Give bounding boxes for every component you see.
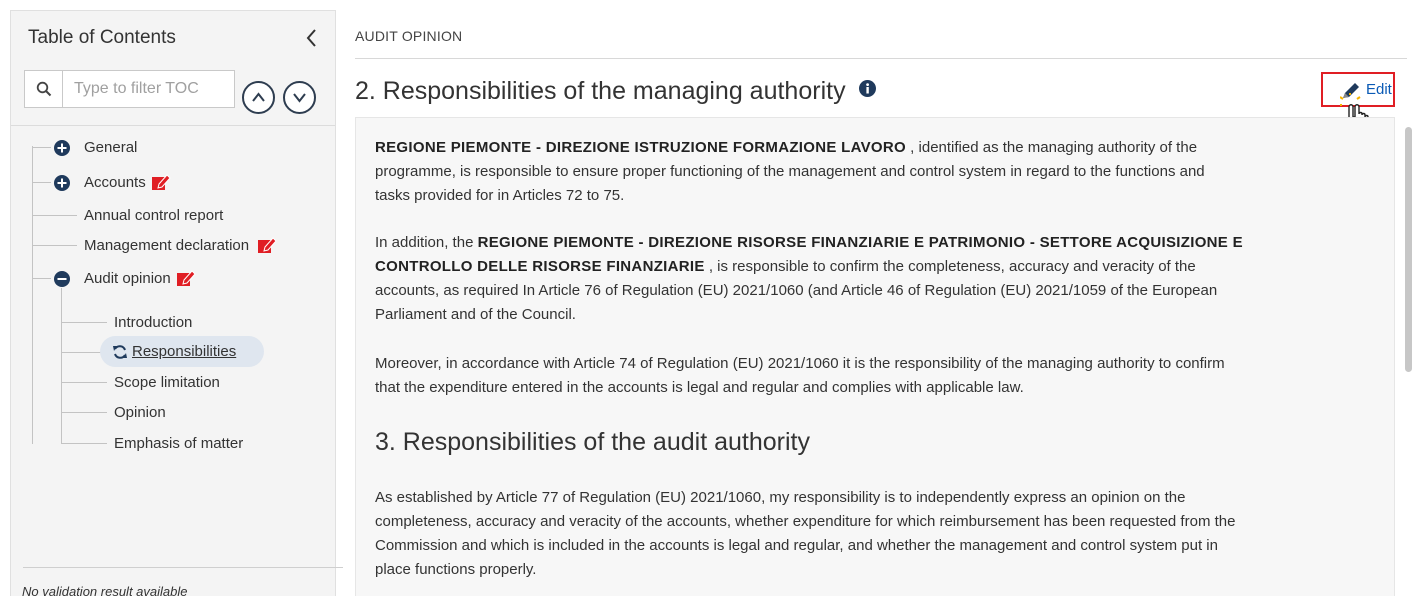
paragraph-accounting-function: In addition, the REGIONE PIEMONTE - DIRE… — [375, 231, 1385, 327]
next-match-button[interactable] — [283, 81, 316, 114]
toc-item-emphasis-of-matter[interactable]: Emphasis of matter — [114, 432, 284, 456]
content-scrollbar[interactable] — [1405, 127, 1412, 372]
paragraph-text: Commission and which is included in the … — [375, 537, 1218, 554]
accounting-body-name-cont: CONTROLLO DELLE RISORSE FINANZIARIE — [375, 258, 705, 275]
toc-item-opinion[interactable]: Opinion — [114, 401, 214, 425]
validation-status: No validation result available — [22, 584, 188, 599]
toc-item-management-declaration[interactable]: Management declaration — [84, 234, 314, 258]
paragraph-text: Parliament and of the Council. — [375, 306, 576, 323]
section-heading-text: 2. Responsibilities of the managing auth… — [355, 77, 846, 105]
pencil-edit-icon — [152, 173, 171, 191]
toc-item-scope-limitation[interactable]: Scope limitation — [114, 371, 264, 395]
toc-title: Table of Contents — [28, 27, 176, 48]
toc-item-label: Accounts — [84, 174, 146, 191]
toc-sidebar: Table of Contents Type to filter TOC Gen… — [10, 10, 343, 599]
chevron-left-icon[interactable] — [303, 27, 321, 49]
toc-item-audit-opinion[interactable]: Audit opinion — [54, 267, 234, 291]
paragraph-article-74: Moreover, in accordance with Article 74 … — [375, 352, 1385, 400]
plus-circle-icon[interactable] — [54, 175, 70, 191]
paragraph-managing-authority: REGIONE PIEMONTE - DIREZIONE ISTRUZIONE … — [375, 136, 1385, 208]
toc-item-label: Introduction — [114, 314, 193, 331]
toc-tree: General Accounts Annual control report M… — [11, 126, 335, 566]
toc-filter — [24, 70, 235, 108]
paragraph-text: tasks provided for in Articles 72 to 75. — [375, 187, 625, 204]
toc-item-label: Audit opinion — [84, 270, 171, 287]
toc-item-label: Management declaration — [84, 237, 250, 254]
paragraph-text: As established by Article 77 of Regulati… — [375, 489, 1186, 506]
toc-item-label: Responsibilities — [132, 343, 237, 360]
toc-item-label: Emphasis of matter — [114, 435, 244, 452]
section-label: AUDIT OPINION — [355, 28, 463, 44]
paragraph-text: , is responsible to confirm the complete… — [704, 258, 1196, 275]
paragraph-text: completeness, accuracy and veracity of t… — [375, 513, 1236, 530]
previous-match-button[interactable] — [242, 81, 275, 114]
accounting-body-name: REGIONE PIEMONTE - DIREZIONE RISORSE FIN… — [477, 234, 1243, 251]
toc-item-label: Annual control report — [84, 207, 224, 224]
toc-item-accounts[interactable]: Accounts — [54, 171, 214, 195]
paragraph-text: accounts, as required In Article 76 of R… — [375, 282, 1218, 299]
toc-header: Table of Contents — [11, 11, 335, 67]
paragraph-text: , identified as the managing authority o… — [906, 139, 1198, 156]
toc-item-annual-control-report[interactable]: Annual control report — [84, 204, 284, 228]
toc-filter-input[interactable] — [64, 71, 234, 107]
footer-divider — [23, 567, 343, 568]
paragraph-audit-authority: As established by Article 77 of Regulati… — [375, 486, 1385, 582]
refresh-icon — [112, 344, 128, 360]
paragraph-text: Moreover, in accordance with Article 74 … — [375, 355, 1225, 372]
content-pane: REGIONE PIEMONTE - DIREZIONE ISTRUZIONE … — [355, 117, 1395, 596]
toc-item-label: General — [84, 139, 138, 156]
section-divider — [355, 58, 1407, 59]
paragraph-text: place functions properly. — [375, 561, 537, 578]
toc-item-label: Scope limitation — [114, 374, 220, 391]
info-icon[interactable] — [858, 75, 876, 97]
plus-circle-icon[interactable] — [54, 140, 70, 156]
section-heading: 2. Responsibilities of the managing auth… — [355, 75, 876, 106]
managing-authority-name: REGIONE PIEMONTE - DIREZIONE ISTRUZIONE … — [375, 139, 907, 156]
toc-item-label: Opinion — [114, 404, 166, 421]
search-icon — [25, 71, 63, 107]
toc-item-responsibilities[interactable]: Responsibilities — [112, 340, 262, 364]
minus-circle-icon[interactable] — [54, 271, 70, 287]
toc-item-general[interactable]: General — [54, 136, 174, 160]
audit-authority-heading: 3. Responsibilities of the audit authori… — [375, 428, 810, 456]
main-content: AUDIT OPINION 2. Responsibilities of the… — [355, 0, 1419, 596]
paragraph-text: that the expenditure entered in the acco… — [375, 379, 1024, 396]
paragraph-text: programme, is responsible to ensure prop… — [375, 163, 1205, 180]
toc-item-introduction[interactable]: Introduction — [114, 311, 254, 335]
pencil-edit-icon — [258, 236, 277, 254]
paragraph-text: In addition, the — [375, 234, 478, 251]
pencil-edit-icon — [177, 269, 196, 287]
